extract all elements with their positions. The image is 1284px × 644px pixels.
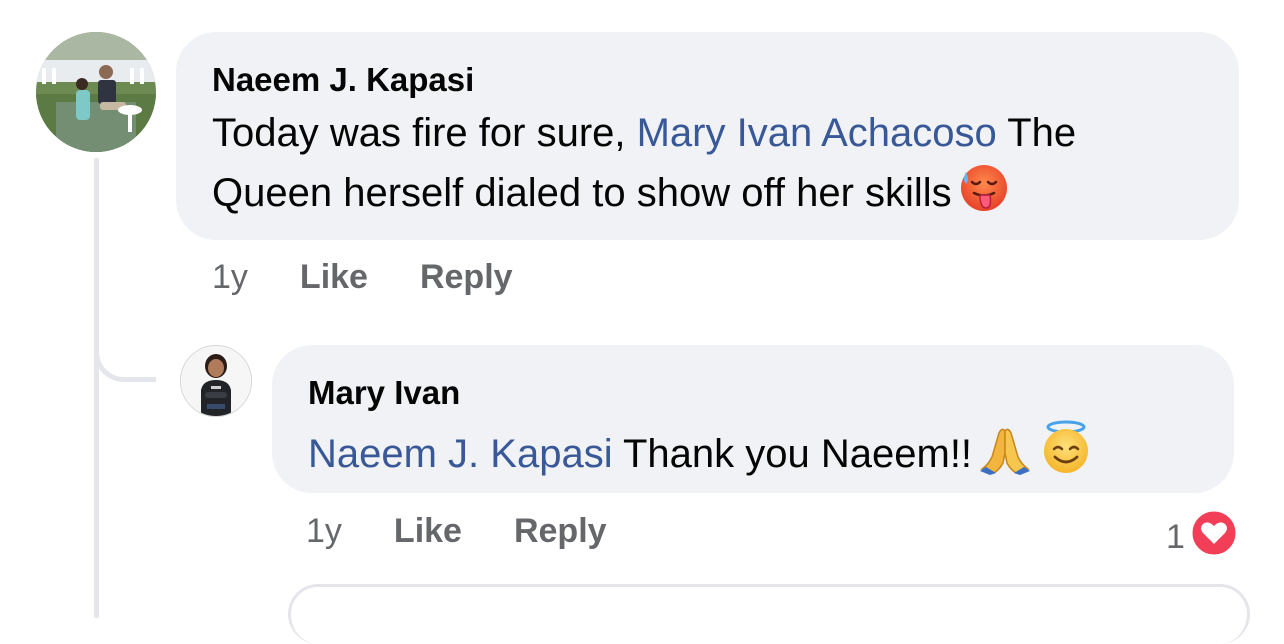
reply-text: Naeem J. Kapasi Thank you Naeem!! (308, 419, 1198, 491)
comment-timestamp[interactable]: 1y (212, 258, 248, 297)
comment-author-name[interactable]: Naeem J. Kapasi (212, 60, 1203, 100)
reply-reactions[interactable]: 1 (1166, 508, 1239, 567)
comment-bubble: Naeem J. Kapasi Today was fire for sure,… (176, 32, 1239, 240)
reply-mention-link[interactable]: Naeem J. Kapasi (308, 432, 613, 476)
reply-reply-button[interactable]: Reply (514, 512, 607, 551)
reply-author-name[interactable]: Mary Ivan (308, 373, 1198, 413)
reply-timestamp[interactable]: 1y (306, 512, 342, 551)
comment-reply-button[interactable]: Reply (420, 258, 513, 297)
next-comment-bubble (288, 584, 1250, 644)
reply-connector-branch (94, 300, 156, 382)
hot-face-emoji-icon (958, 162, 1010, 230)
comment-text: Today was fire for sure, Mary Ivan Achac… (212, 104, 1203, 230)
heart-reaction-icon (1189, 508, 1239, 567)
thread-connector-line (94, 158, 99, 618)
commenter-avatar[interactable] (36, 32, 156, 152)
reply-text-body: Thank you Naeem!! (612, 432, 973, 476)
reply-bubble: Mary Ivan Naeem J. Kapasi Thank you Naee… (272, 345, 1234, 493)
folded-hands-emoji-icon (978, 423, 1032, 491)
comment-mention-link[interactable]: Mary Ivan Achacoso (637, 111, 997, 155)
smiling-face-with-halo-emoji-icon (1038, 419, 1094, 491)
reply-actions: 1y Like Reply (306, 512, 659, 551)
comment-text-before: Today was fire for sure, (212, 111, 637, 155)
comment-actions: 1y Like Reply (212, 258, 565, 297)
reply-author-avatar[interactable] (180, 345, 252, 417)
comment-like-button[interactable]: Like (300, 258, 368, 297)
reply-like-button[interactable]: Like (394, 512, 462, 551)
reaction-count: 1 (1166, 518, 1185, 556)
